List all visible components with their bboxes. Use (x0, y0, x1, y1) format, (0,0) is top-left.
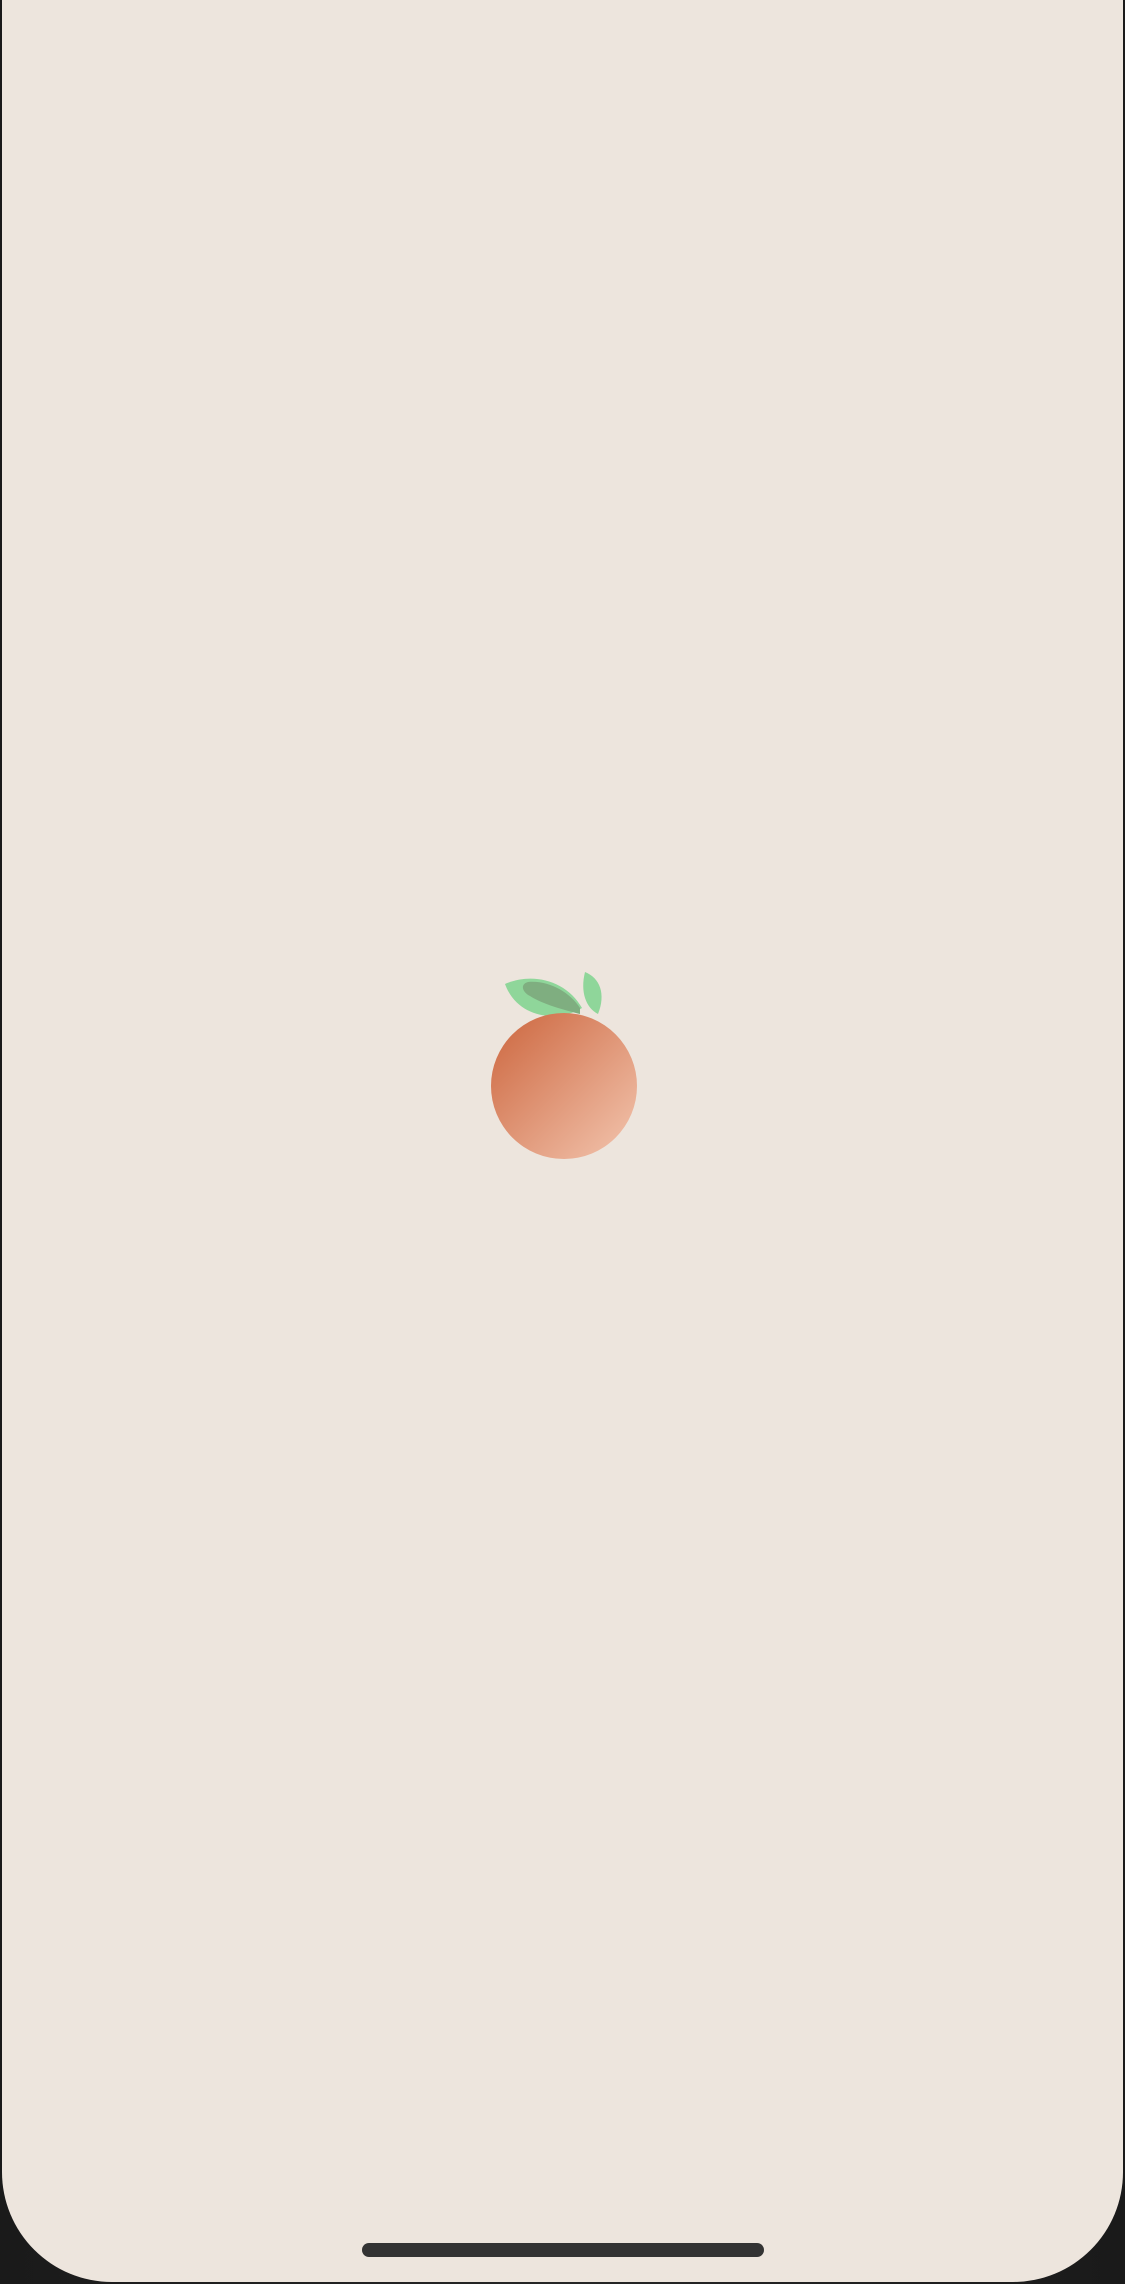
peach-icon (491, 972, 637, 1159)
home-indicator[interactable] (362, 2243, 764, 2257)
small-leaf (583, 972, 602, 1014)
fruit-body (491, 1013, 637, 1159)
device-frame (0, 0, 1125, 2284)
splash-screen (2, 0, 1123, 2282)
